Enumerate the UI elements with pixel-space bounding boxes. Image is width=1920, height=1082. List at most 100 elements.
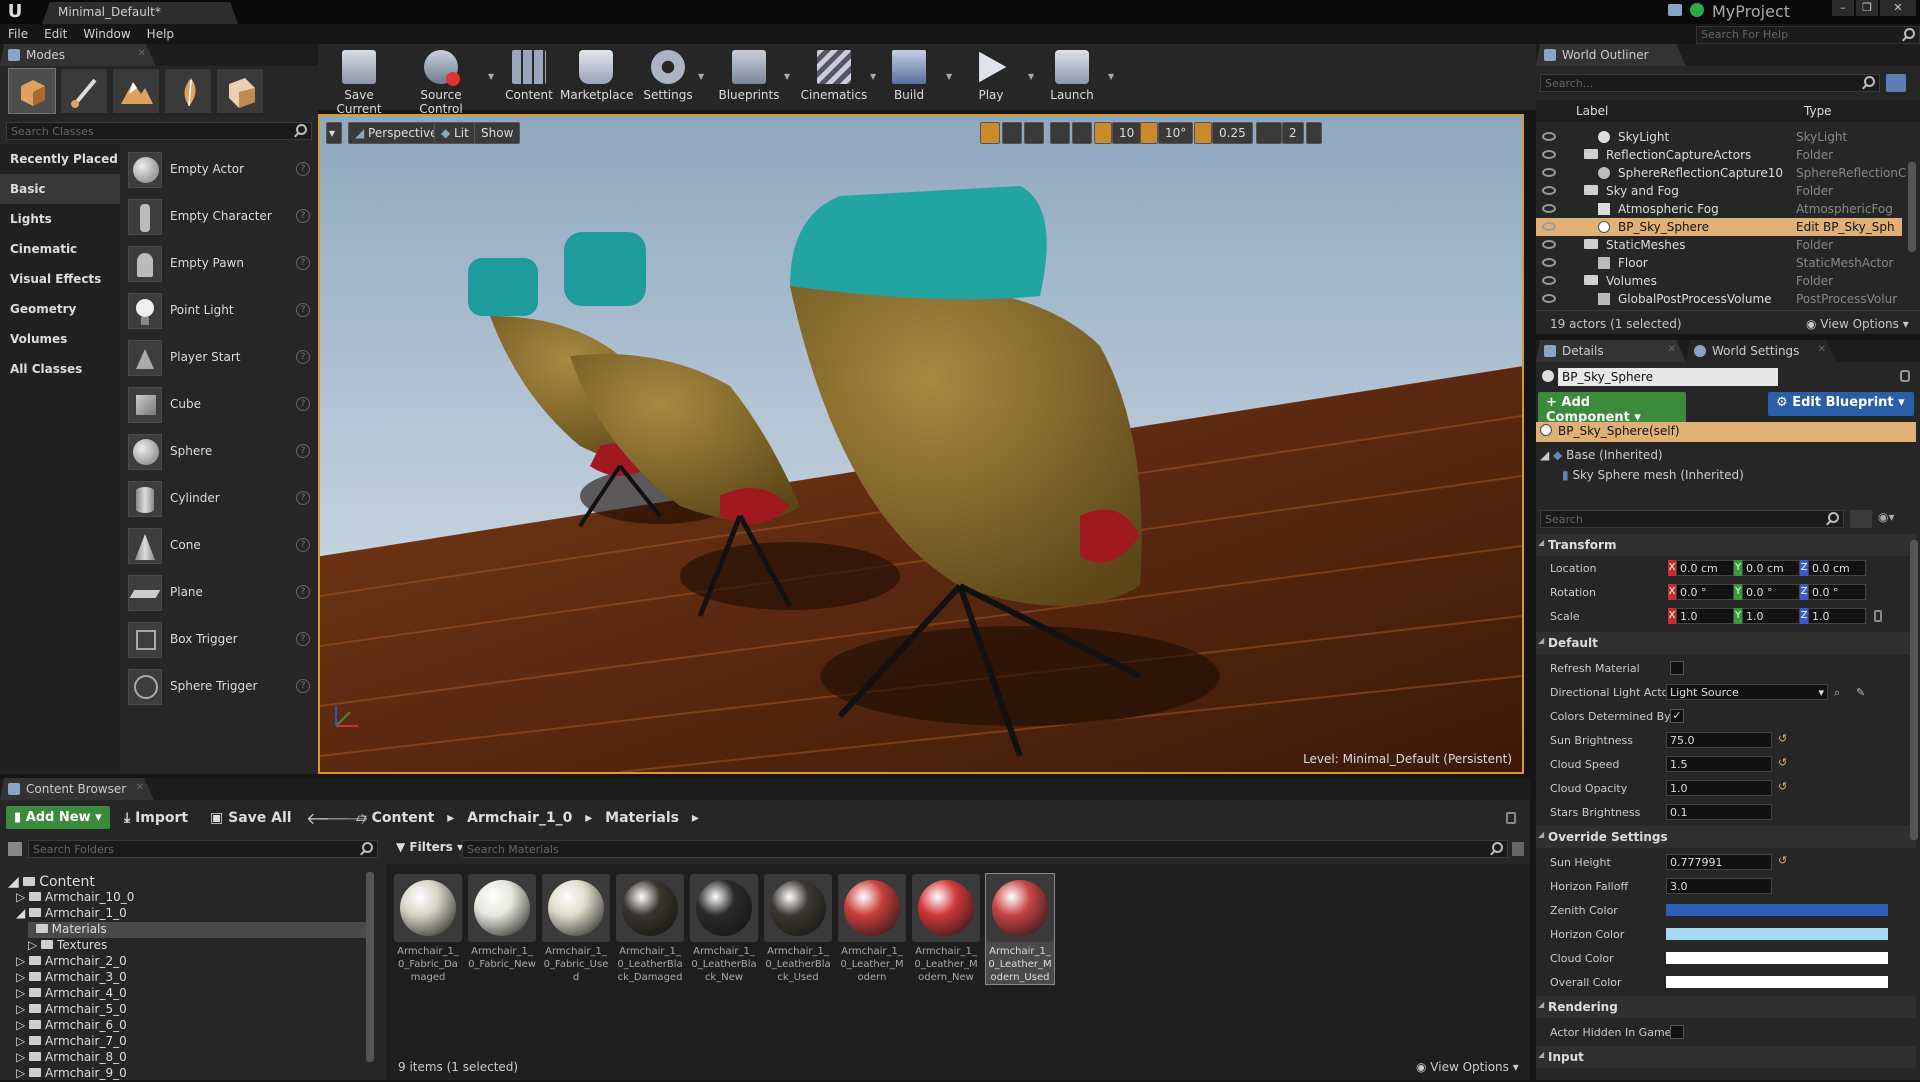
tree-item[interactable]: ▷ Armchair_2_0 <box>16 954 127 970</box>
pick-actor-icon[interactable]: ✎ <box>1856 686 1865 699</box>
zenith-color-swatch[interactable] <box>1666 904 1888 916</box>
reset-default-icon[interactable]: ↺ <box>1778 732 1787 745</box>
scale-y-input[interactable]: 1.0 <box>1742 608 1800 624</box>
component-mesh-row[interactable]: ▮ Sky Sphere mesh (Inherited) <box>1562 468 1744 482</box>
help-icon[interactable]: ? <box>296 162 310 176</box>
actor-sphere-trigger[interactable]: Sphere Trigger? <box>124 665 314 709</box>
tab-world-settings[interactable]: World Settings ✕ <box>1686 340 1836 362</box>
visibility-eye-icon[interactable] <box>1542 132 1556 141</box>
horizon-falloff-input[interactable]: 3.0 <box>1666 878 1772 894</box>
maximize-button[interactable]: ❐ <box>1856 0 1878 16</box>
tree-item-selected[interactable]: Materials <box>28 922 368 938</box>
help-icon[interactable]: ? <box>296 303 310 317</box>
edit-blueprint-link[interactable]: Edit BP_Sky_Sph <box>1796 220 1895 234</box>
source-control-dropdown-icon[interactable]: ▼ <box>488 72 494 81</box>
visibility-eye-icon[interactable] <box>1542 276 1556 285</box>
menu-edit[interactable]: Edit <box>36 24 75 41</box>
scale-icon[interactable] <box>1024 122 1044 144</box>
help-icon[interactable]: ? <box>296 679 310 693</box>
landscape-mode-button[interactable] <box>112 68 160 114</box>
close-icon[interactable]: ✕ <box>136 782 144 793</box>
help-icon[interactable]: ? <box>296 585 310 599</box>
translate-icon[interactable] <box>980 122 1000 144</box>
scale-snap-value[interactable]: 0.25 <box>1212 122 1253 144</box>
component-base-row[interactable]: ◢ ◆ Base (Inherited) <box>1540 448 1663 462</box>
lock-icon[interactable] <box>1506 812 1516 824</box>
tree-item[interactable]: ▷ Textures <box>28 938 107 954</box>
reset-default-icon[interactable]: ↺ <box>1778 756 1787 769</box>
actor-sphere[interactable]: Sphere? <box>124 430 314 474</box>
blueprints-button[interactable]: Blueprints <box>714 48 784 108</box>
actor-hidden-checkbox[interactable] <box>1670 1025 1684 1039</box>
category-recently-placed[interactable]: Recently Placed <box>0 144 120 174</box>
actor-empty-pawn[interactable]: Empty Pawn? <box>124 242 314 286</box>
geometry-mode-button[interactable] <box>216 68 264 114</box>
outliner-row[interactable]: Atmospheric Fog AtmosphericFog <box>1536 200 1902 218</box>
visibility-eye-icon[interactable] <box>1542 258 1556 267</box>
search-materials-input[interactable]: Search Materials <box>462 840 1508 858</box>
section-input[interactable]: Input <box>1536 1046 1916 1068</box>
outliner-view-options[interactable]: ◉ View Options ▾ <box>1806 317 1909 331</box>
visibility-eye-icon[interactable] <box>1542 294 1556 303</box>
asset-tile[interactable]: Armchair_1_0_Fabric_New <box>468 874 536 971</box>
scale-snap-icon[interactable] <box>1194 122 1212 144</box>
foliage-mode-button[interactable] <box>164 68 212 114</box>
horizon-color-swatch[interactable] <box>1666 928 1888 940</box>
asset-tile-selected[interactable]: Armchair_1_0_Leather_Modern_Used <box>985 873 1055 985</box>
breadcrumb-armchair[interactable]: Armchair_1_0 <box>467 810 572 826</box>
grid-snap-value[interactable]: 10 <box>1112 122 1142 144</box>
category-visual-effects[interactable]: Visual Effects <box>0 264 120 294</box>
category-basic[interactable]: Basic <box>0 174 120 204</box>
outliner-row-selected[interactable]: BP_Sky_Sphere Edit BP_Sky_Sph <box>1536 218 1902 236</box>
settings-button[interactable]: Settings <box>640 48 696 108</box>
visibility-eye-icon[interactable] <box>1542 150 1556 159</box>
asset-tile[interactable]: Armchair_1_0_Leather_Modern <box>838 874 906 984</box>
search-classes-input[interactable]: Search Classes <box>6 122 312 140</box>
cinematics-dropdown-icon[interactable]: ▼ <box>870 72 876 81</box>
section-transform[interactable]: Transform <box>1536 534 1916 556</box>
level-document-tab[interactable]: Minimal_Default* <box>42 2 238 24</box>
actor-box-trigger[interactable]: Box Trigger? <box>124 618 314 662</box>
content-button[interactable]: Content <box>504 48 554 108</box>
minimize-button[interactable]: – <box>1832 0 1854 16</box>
outliner-row[interactable]: Floor StaticMeshActor <box>1536 254 1902 272</box>
close-icon[interactable]: ✕ <box>1668 344 1676 355</box>
rotation-x-input[interactable]: 0.0 ° <box>1676 584 1734 600</box>
section-default[interactable]: Default <box>1536 632 1916 654</box>
import-button[interactable]: ⤓ Import <box>124 810 188 826</box>
visibility-eye-icon[interactable] <box>1542 204 1556 213</box>
outliner-row[interactable]: GlobalPostProcessVolume PostProcessVolur <box>1536 290 1902 308</box>
breadcrumb-materials[interactable]: Materials <box>605 810 679 826</box>
marketplace-button[interactable]: Marketplace <box>560 48 634 108</box>
save-current-button[interactable]: Save Current <box>324 48 394 116</box>
actor-plane[interactable]: Plane? <box>124 571 314 615</box>
cloud-opacity-input[interactable]: 1.0 <box>1666 780 1772 796</box>
edit-blueprint-button[interactable]: ⚙ Edit Blueprint ▾ <box>1768 392 1914 416</box>
browse-icon[interactable]: ⌕ <box>1834 686 1840 700</box>
help-icon[interactable]: ? <box>296 397 310 411</box>
rotation-z-input[interactable]: 0.0 ° <box>1808 584 1866 600</box>
play-dropdown-icon[interactable]: ▼ <box>1028 72 1034 81</box>
actor-cylinder[interactable]: Cylinder? <box>124 477 314 521</box>
column-label[interactable]: Label <box>1576 104 1608 118</box>
settings-dropdown-icon[interactable]: ▼ <box>698 72 704 81</box>
tab-modes[interactable]: Modes ✕ <box>0 44 156 66</box>
cloud-color-swatch[interactable] <box>1666 952 1888 964</box>
build-dropdown-icon[interactable]: ▼ <box>946 72 952 81</box>
refresh-material-checkbox[interactable] <box>1670 661 1684 675</box>
viewport-options-button[interactable]: ▾ <box>326 122 342 144</box>
actor-cone[interactable]: Cone? <box>124 524 314 568</box>
category-geometry[interactable]: Geometry <box>0 294 120 324</box>
close-button[interactable]: ✕ <box>1880 0 1916 16</box>
tree-item[interactable]: ▷ Armchair_6_0 <box>16 1018 127 1034</box>
lock-icon[interactable] <box>1900 370 1910 382</box>
build-button[interactable]: Build <box>884 48 934 108</box>
add-filter-icon[interactable] <box>1886 74 1906 92</box>
tree-item[interactable]: ▷ Armchair_3_0 <box>16 970 127 986</box>
visibility-eye-icon[interactable] <box>1542 168 1556 177</box>
paint-mode-button[interactable] <box>60 68 108 114</box>
tree-item[interactable]: ▷ Armchair_7_0 <box>16 1034 127 1050</box>
add-new-button[interactable]: ▮ Add New ▾ <box>6 806 110 829</box>
scale-z-input[interactable]: 1.0 <box>1808 608 1866 624</box>
menu-window[interactable]: Window <box>75 24 138 41</box>
